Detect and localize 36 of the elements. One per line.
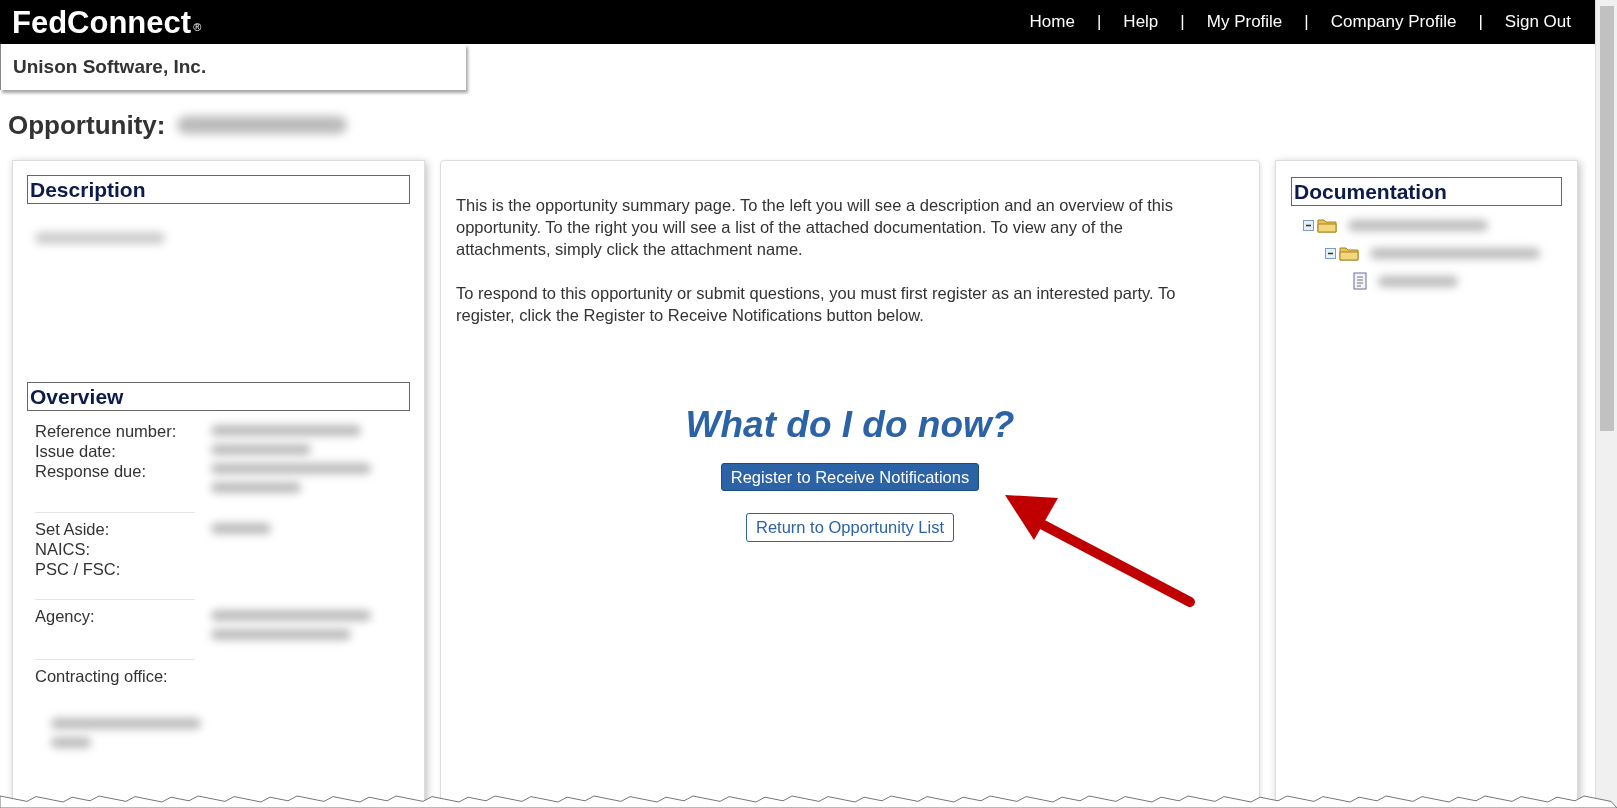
nav-link[interactable]: Sign Out [1504,9,1571,35]
nav-separator: | [1304,11,1309,34]
redacted-text [211,523,271,534]
field-label: Reference number: [35,421,178,441]
document-icon [1353,272,1367,290]
collapse-icon[interactable] [1303,219,1314,231]
nav-separator: | [1180,11,1185,34]
folder-icon [1339,245,1359,261]
redacted-text [51,737,91,748]
nav-link[interactable]: Help [1123,9,1159,35]
field-label: NAICS: [35,539,91,559]
field-label: Agency: [35,606,96,626]
field-label: Set Aside: [35,519,111,539]
section-heading: Documentation [1291,177,1562,206]
nav-link[interactable]: Company Profile [1330,9,1457,35]
field-label: Issue date: [35,441,117,461]
logo: FedConnect [12,6,192,38]
nav-separator: | [1478,11,1483,34]
section-heading: Description [27,175,410,204]
nav-link[interactable]: Home [1029,9,1075,35]
help-heading: What do I do now? [684,403,1016,447]
field-label: Response due: [35,461,147,481]
nav-separator: | [1096,11,1102,34]
register-button[interactable]: Register to Receive Notifications [720,462,980,492]
registered-mark: ® [193,20,202,35]
field-label: PSC / FSC: [35,559,122,579]
paragraph: To respond to this opportunity or submit questions, you must first register as an interested party. To register, click the Register to Receive Notifications button below. [456,283,1177,326]
paragraph: This is the opportunity summary page. To the left you will see a description and an overview of this opportunity. To the right you will see a list of the attached documentation. To view any of the attachments, simply click the attachment name. [456,195,1174,260]
collapse-icon[interactable] [1325,247,1336,259]
nav-link[interactable]: My Profile [1206,9,1283,35]
page-title: Opportunity: [8,108,166,142]
section-heading: Overview [27,382,410,411]
return-button[interactable]: Return to Opportunity List [746,513,954,542]
company-name: Unison Software, Inc. [13,54,207,79]
folder-icon [1317,217,1337,233]
field-label: Contracting office: [35,666,169,686]
